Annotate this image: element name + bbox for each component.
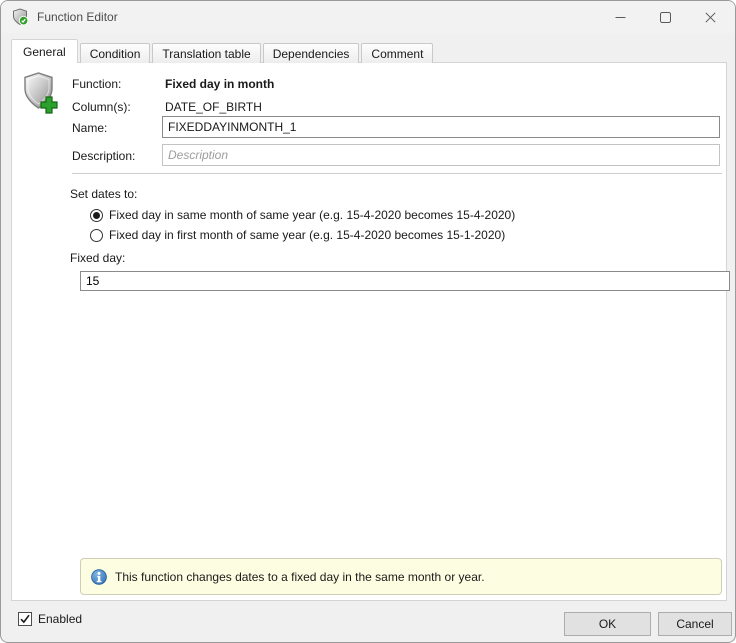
- minimize-button[interactable]: [598, 1, 643, 33]
- radio-option-first-month-label: Fixed day in first month of same year (e…: [109, 228, 505, 242]
- tab-condition-label: Condition: [90, 47, 141, 61]
- tab-general[interactable]: General: [11, 39, 78, 63]
- tab-comment-label: Comment: [371, 47, 423, 61]
- maximize-icon: [660, 12, 671, 23]
- set-dates-label: Set dates to:: [70, 187, 137, 201]
- enabled-checkbox-row[interactable]: Enabled: [18, 612, 82, 626]
- function-value: Fixed day in month: [165, 77, 274, 91]
- general-tab-page: Function: Fixed day in month Column(s): …: [11, 62, 727, 601]
- cancel-button-label: Cancel: [676, 617, 713, 631]
- tab-strip: General Condition Translation table Depe…: [11, 39, 435, 63]
- enabled-label: Enabled: [38, 612, 82, 626]
- info-box: This function changes dates to a fixed d…: [80, 558, 722, 595]
- radio-option-same-month-label: Fixed day in same month of same year (e.…: [109, 208, 515, 222]
- ok-button-label: OK: [599, 617, 616, 631]
- name-input[interactable]: [162, 116, 720, 138]
- name-label: Name:: [72, 121, 107, 135]
- tab-dependencies[interactable]: Dependencies: [263, 43, 360, 63]
- window-title: Function Editor: [37, 10, 118, 24]
- minimize-icon: [615, 12, 626, 23]
- tab-comment[interactable]: Comment: [361, 43, 433, 63]
- title-bar: Function Editor: [1, 1, 735, 33]
- shield-check-icon: [11, 8, 29, 26]
- tab-translation-table-label: Translation table: [162, 47, 250, 61]
- description-input[interactable]: [162, 144, 720, 166]
- radio-selected-icon[interactable]: [90, 209, 103, 222]
- tab-condition[interactable]: Condition: [80, 43, 151, 63]
- maximize-button[interactable]: [643, 1, 688, 33]
- close-button[interactable]: [688, 1, 733, 33]
- tab-general-label: General: [23, 45, 66, 59]
- function-label: Function:: [72, 77, 121, 91]
- function-editor-dialog: Function Editor General Conditio: [0, 0, 736, 643]
- caption-buttons: [598, 1, 733, 33]
- cancel-button[interactable]: Cancel: [658, 612, 732, 636]
- close-icon: [705, 12, 716, 23]
- info-icon: [91, 569, 107, 585]
- fixed-day-label: Fixed day:: [70, 251, 125, 265]
- radio-unselected-icon[interactable]: [90, 229, 103, 242]
- tab-translation-table[interactable]: Translation table: [152, 43, 260, 63]
- columns-label: Column(s):: [72, 100, 131, 114]
- fixed-day-input[interactable]: [80, 271, 730, 291]
- separator-line: [72, 173, 722, 174]
- radio-option-first-month[interactable]: Fixed day in first month of same year (e…: [90, 228, 505, 242]
- shield-plus-icon: [22, 71, 60, 117]
- info-text: This function changes dates to a fixed d…: [115, 570, 485, 584]
- columns-value: DATE_OF_BIRTH: [165, 100, 262, 114]
- radio-option-same-month[interactable]: Fixed day in same month of same year (e.…: [90, 208, 515, 222]
- ok-button[interactable]: OK: [564, 612, 651, 636]
- check-icon: [19, 613, 31, 625]
- description-label: Description:: [72, 149, 135, 163]
- checkbox-checked-icon[interactable]: [18, 612, 32, 626]
- tab-dependencies-label: Dependencies: [273, 47, 350, 61]
